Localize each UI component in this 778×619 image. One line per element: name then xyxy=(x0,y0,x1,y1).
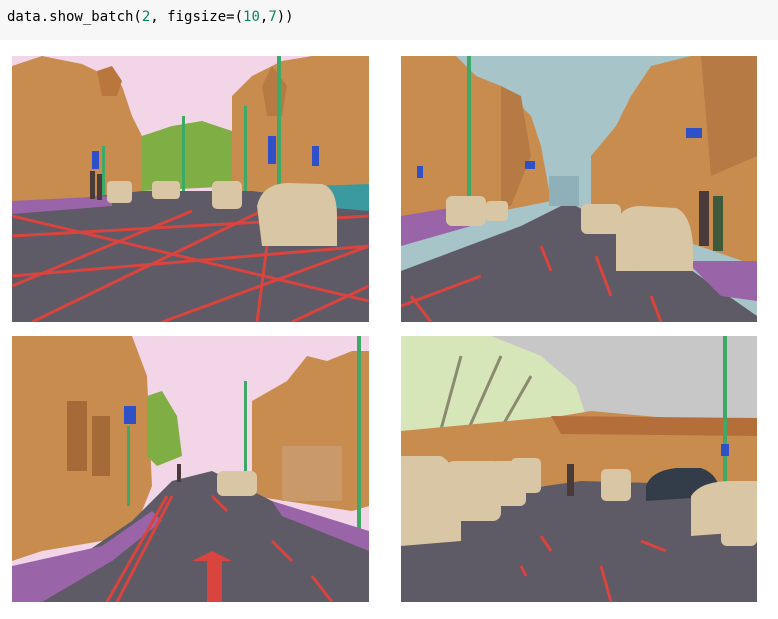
code-text: , figsize=( xyxy=(150,9,244,25)
segmentation-image-4 xyxy=(401,336,757,602)
code-number: 7 xyxy=(268,9,277,25)
code-number: 10 xyxy=(243,9,260,25)
code-line: data.show_batch(2, figsize=(10,7)) xyxy=(7,9,294,25)
segmentation-scene-3 xyxy=(12,336,369,602)
segmentation-scene-2 xyxy=(401,56,757,322)
segmentation-image-1 xyxy=(12,56,369,322)
segmentation-scene-1 xyxy=(12,56,369,322)
code-cell[interactable]: data.show_batch(2, figsize=(10,7)) xyxy=(0,0,778,40)
segmentation-image-2 xyxy=(401,56,757,322)
code-text: )) xyxy=(276,9,294,25)
segmentation-scene-4 xyxy=(401,336,757,602)
segmentation-image-3 xyxy=(12,336,369,602)
code-text: data.show_batch( xyxy=(7,9,142,25)
